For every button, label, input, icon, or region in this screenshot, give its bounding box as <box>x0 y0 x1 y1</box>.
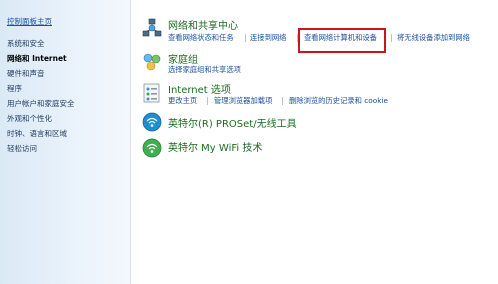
sidebar-item-user-accounts[interactable]: 用户帐户和家庭安全 <box>7 98 75 109</box>
sidebar-item-clock-language-region[interactable]: 时钟、语言和区域 <box>7 128 67 139</box>
add-wireless-device-link[interactable]: 将无线设备添加到网络 <box>397 33 470 43</box>
view-network-status-link[interactable]: 查看网络状态和任务 <box>168 33 234 43</box>
sidebar-control-panel-home-link[interactable]: 控制面板主页 <box>7 16 52 27</box>
network-sharing-center-title[interactable]: 网络和共享中心 <box>168 17 238 32</box>
change-homepage-link[interactable]: 更改主页 <box>168 96 197 106</box>
link-separator <box>207 97 208 105</box>
link-separator <box>391 34 392 42</box>
sidebar-item-system-security[interactable]: 系统和安全 <box>7 38 45 49</box>
sidebar-item-appearance[interactable]: 外观和个性化 <box>7 113 52 124</box>
homegroup-title[interactable]: 家庭组 <box>168 51 198 66</box>
sidebar: 控制面板主页 系统和安全 网络和 Internet 硬件和声音 程序 用户帐户和… <box>0 0 131 284</box>
homegroup-sharing-options-link[interactable]: 选择家庭组和共享选项 <box>168 65 241 75</box>
manage-browser-addons-link[interactable]: 管理浏览器加载项 <box>214 96 272 106</box>
intel-mywifi-icon[interactable] <box>142 138 162 158</box>
sidebar-item-ease-of-access[interactable]: 轻松访问 <box>7 143 37 154</box>
delete-browsing-history-link[interactable]: 删除浏览的历史记录和 cookie <box>289 96 388 106</box>
internet-options-icon[interactable] <box>142 83 162 103</box>
link-separator <box>245 34 246 42</box>
intel-mywifi-title[interactable]: 英特尔 My WiFi 技术 <box>168 139 262 154</box>
sidebar-item-network-internet[interactable]: 网络和 Internet <box>7 53 67 64</box>
intel-wireless-icon[interactable] <box>142 112 162 132</box>
connect-to-network-link[interactable]: 连接到网络 <box>250 33 286 43</box>
network-center-icon[interactable] <box>142 18 162 38</box>
sidebar-item-programs[interactable]: 程序 <box>7 83 22 94</box>
sidebar-item-hardware-sound[interactable]: 硬件和声音 <box>7 68 45 79</box>
internet-options-title[interactable]: Internet 选项 <box>168 81 231 96</box>
intel-proset-title[interactable]: 英特尔(R) PROSet/无线工具 <box>168 115 297 130</box>
link-separator <box>282 97 283 105</box>
red-highlight-box <box>298 28 386 53</box>
homegroup-icon[interactable] <box>142 52 162 72</box>
